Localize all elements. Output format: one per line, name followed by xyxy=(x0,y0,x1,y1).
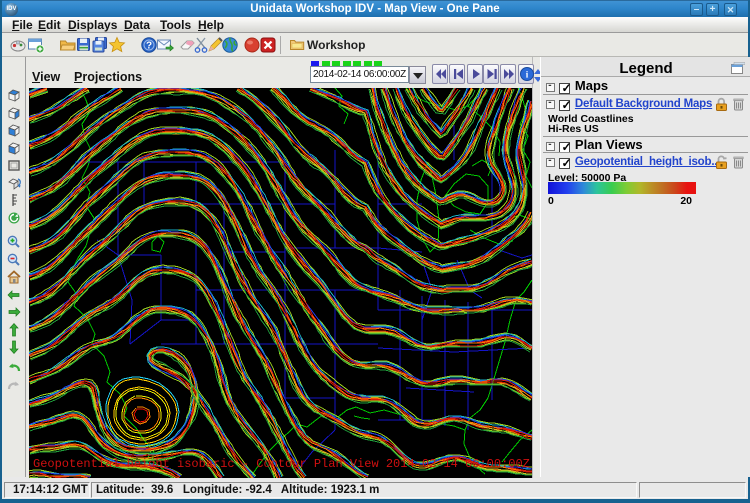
svg-text:?: ? xyxy=(146,41,152,52)
svg-text:Geopotential height isobaric -: Geopotential height isobaric - Contour P… xyxy=(33,457,530,471)
